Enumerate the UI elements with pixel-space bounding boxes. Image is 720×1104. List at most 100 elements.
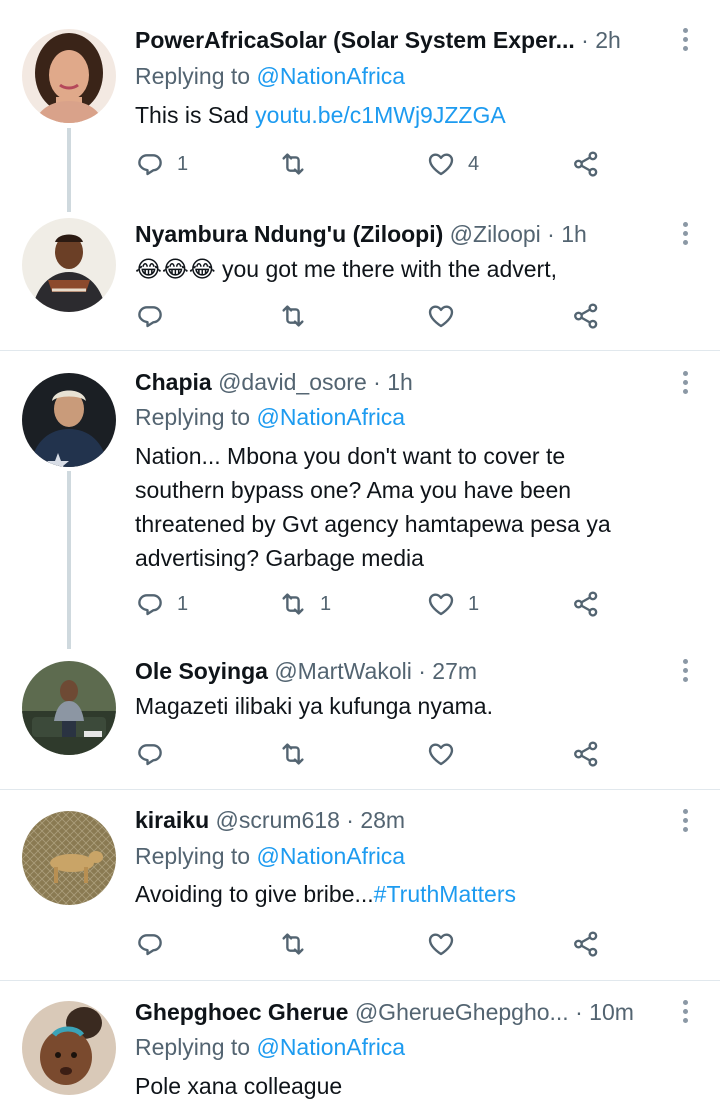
replying-to-link[interactable]: @NationAfrica bbox=[256, 843, 405, 869]
tweet-header: kiraiku @scrum618 · 28m bbox=[135, 804, 660, 836]
replying-to-prefix: Replying to bbox=[135, 404, 251, 430]
share-icon bbox=[571, 149, 601, 179]
share-button[interactable] bbox=[571, 586, 601, 622]
tweet-text: Pole xana colleague bbox=[135, 1069, 695, 1103]
timestamp[interactable]: 1h bbox=[387, 369, 413, 395]
like-button[interactable]: 4 bbox=[426, 146, 479, 182]
tweet-actions bbox=[135, 926, 615, 962]
tweet-text: Magazeti ilibaki ya kufunga nyama. bbox=[135, 689, 695, 723]
tweet-ole-soyinga[interactable]: Ole Soyinga @MartWakoli · 27m Magazeti i… bbox=[0, 641, 720, 789]
reply-button[interactable] bbox=[135, 298, 177, 334]
tweet-header: Ole Soyinga @MartWakoli · 27m bbox=[135, 655, 660, 687]
heart-icon bbox=[426, 589, 456, 619]
more-dots-icon[interactable] bbox=[674, 653, 696, 687]
retweet-button[interactable] bbox=[278, 146, 320, 182]
display-name[interactable]: kiraiku bbox=[135, 807, 209, 833]
reply-icon bbox=[135, 929, 165, 959]
timestamp[interactable]: 27m bbox=[432, 658, 477, 684]
tweet-nyambura[interactable]: Nyambura Ndung'u (Ziloopi) @Ziloopi · 1h… bbox=[0, 210, 720, 350]
tweet-header: Ghepghoec Gherue @GherueGhepgho... · 10m bbox=[135, 996, 660, 1028]
retweet-count: 1 bbox=[320, 592, 332, 615]
tweet-ghepghoec[interactable]: Ghepghoec Gherue @GherueGhepgho... · 10m… bbox=[0, 981, 720, 1104]
retweet-icon bbox=[278, 739, 308, 769]
like-button[interactable] bbox=[426, 298, 468, 334]
more-dots-icon[interactable] bbox=[674, 22, 696, 56]
tweet-chapia[interactable]: Chapia @david_osore · 1h Replying to @Na… bbox=[0, 351, 720, 649]
user-handle[interactable]: @Ziloopi bbox=[450, 221, 541, 247]
reply-icon bbox=[135, 149, 165, 179]
timestamp[interactable]: 10m bbox=[589, 999, 634, 1025]
avatar[interactable] bbox=[22, 29, 116, 123]
display-name[interactable]: Ole Soyinga bbox=[135, 658, 268, 684]
tweet-poweraficasolar[interactable]: PowerAfricaSolar (Solar System Exper... … bbox=[0, 0, 720, 212]
user-handle[interactable]: @scrum618 bbox=[216, 807, 340, 833]
heart-icon bbox=[426, 301, 456, 331]
share-button[interactable] bbox=[571, 146, 601, 182]
share-icon bbox=[571, 929, 601, 959]
separator-dot: · bbox=[547, 221, 555, 247]
retweet-button[interactable] bbox=[278, 298, 320, 334]
tweet-text-content: This is Sad bbox=[135, 102, 256, 128]
tweet-actions bbox=[135, 736, 615, 772]
avatar[interactable] bbox=[22, 661, 116, 755]
reply-button[interactable]: 1 bbox=[135, 146, 188, 182]
display-name[interactable]: PowerAfricaSolar (Solar System Exper... bbox=[135, 27, 575, 53]
user-handle[interactable]: @david_osore bbox=[218, 369, 367, 395]
share-button[interactable] bbox=[571, 298, 601, 334]
avatar[interactable] bbox=[22, 1001, 116, 1095]
retweet-button[interactable] bbox=[278, 926, 320, 962]
like-button[interactable] bbox=[426, 926, 468, 962]
more-dots-icon[interactable] bbox=[674, 365, 696, 399]
avatar[interactable] bbox=[22, 218, 116, 312]
tweet-link[interactable]: youtu.be/c1MWj9JZZGA bbox=[255, 102, 506, 128]
like-button[interactable] bbox=[426, 736, 468, 772]
user-handle[interactable]: @GherueGhepgho... bbox=[355, 999, 569, 1025]
share-button[interactable] bbox=[571, 736, 601, 772]
tweet-text-content: Pole xana colleague bbox=[135, 1073, 343, 1099]
display-name[interactable]: Nyambura Ndung'u (Ziloopi) bbox=[135, 221, 443, 247]
tweet-text: Nation... Mbona you don't want to cover … bbox=[135, 439, 695, 575]
retweet-button[interactable] bbox=[278, 736, 320, 772]
tweet-text-line: advertising? Garbage media bbox=[135, 545, 424, 571]
tweet-kiraiku[interactable]: kiraiku @scrum618 · 28m Replying to @Nat… bbox=[0, 790, 720, 980]
more-dots-icon[interactable] bbox=[674, 994, 696, 1028]
separator-dot: · bbox=[581, 27, 589, 53]
timestamp[interactable]: 1h bbox=[561, 221, 587, 247]
separator-dot: · bbox=[418, 658, 426, 684]
tweet-text-content: Avoiding to give bribe... bbox=[135, 881, 374, 907]
retweet-icon bbox=[278, 301, 308, 331]
reply-icon bbox=[135, 589, 165, 619]
replying-to-link[interactable]: @NationAfrica bbox=[256, 63, 405, 89]
like-button[interactable]: 1 bbox=[426, 586, 479, 622]
hashtag-link[interactable]: #TruthMatters bbox=[374, 881, 516, 907]
retweet-button[interactable]: 1 bbox=[278, 586, 331, 622]
tweet-text-line: Nation... Mbona you don't want to cover … bbox=[135, 443, 566, 469]
like-count: 4 bbox=[468, 152, 480, 175]
more-dots-icon[interactable] bbox=[674, 803, 696, 837]
tweet-header: PowerAfricaSolar (Solar System Exper... … bbox=[135, 24, 660, 56]
timestamp[interactable]: 2h bbox=[595, 27, 621, 53]
emoji-laughing: 😂😂😂 bbox=[135, 256, 216, 282]
display-name[interactable]: Chapia bbox=[135, 369, 212, 395]
reply-button[interactable] bbox=[135, 926, 177, 962]
tweet-text: Avoiding to give bribe...#TruthMatters bbox=[135, 877, 695, 911]
tweet-actions: 1 1 1 bbox=[135, 586, 615, 622]
replying-to-link[interactable]: @NationAfrica bbox=[256, 404, 405, 430]
user-handle[interactable]: @MartWakoli bbox=[274, 658, 412, 684]
replying-to: Replying to @NationAfrica bbox=[135, 1031, 405, 1063]
display-name[interactable]: Ghepghoec Gherue bbox=[135, 999, 348, 1025]
thread-line bbox=[67, 128, 71, 212]
share-button[interactable] bbox=[571, 926, 601, 962]
heart-icon bbox=[426, 929, 456, 959]
tweet-text: 😂😂😂 you got me there with the advert, bbox=[135, 252, 695, 286]
share-icon bbox=[571, 739, 601, 769]
reply-button[interactable] bbox=[135, 736, 177, 772]
timestamp[interactable]: 28m bbox=[360, 807, 405, 833]
replying-to-link[interactable]: @NationAfrica bbox=[256, 1034, 405, 1060]
avatar[interactable] bbox=[22, 373, 116, 467]
reply-count: 1 bbox=[177, 592, 189, 615]
more-dots-icon[interactable] bbox=[674, 216, 696, 250]
reply-button[interactable]: 1 bbox=[135, 586, 188, 622]
avatar[interactable] bbox=[22, 811, 116, 905]
tweet-header: Nyambura Ndung'u (Ziloopi) @Ziloopi · 1h bbox=[135, 218, 660, 250]
